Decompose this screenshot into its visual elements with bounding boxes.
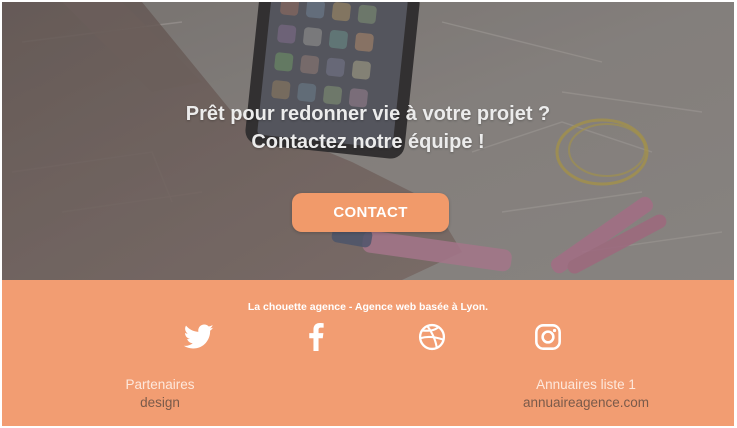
page-frame: Prêt pour redonner vie à votre projet ? … <box>2 2 734 426</box>
footer-tagline: La chouette agence - Agence web basée à … <box>247 301 489 313</box>
hero-title-line-1: Prêt pour redonner vie à votre projet ? <box>185 103 551 125</box>
dribbble-icon[interactable] <box>415 320 449 354</box>
instagram-icon[interactable] <box>531 320 565 354</box>
hero-title-line-2: Contactez notre équipe ! <box>251 131 485 153</box>
partners-heading: Partenaires <box>125 377 195 392</box>
partners-link-design[interactable]: design <box>102 394 218 412</box>
twitter-icon[interactable] <box>182 320 216 354</box>
footer-directories-column: Annuaires liste 1 annuaireagence.com <box>492 376 680 412</box>
directory-link-annuaireagence[interactable]: annuaireagence.com <box>492 394 680 412</box>
contact-button[interactable]: CONTACT <box>292 193 449 232</box>
hero-section: Prêt pour redonner vie à votre projet ? … <box>2 2 734 280</box>
footer: La chouette agence - Agence web basée à … <box>2 280 734 426</box>
facebook-icon[interactable] <box>299 320 333 354</box>
directories-heading: Annuaires liste 1 <box>536 377 636 392</box>
footer-partners-column: Partenaires design <box>102 376 218 412</box>
